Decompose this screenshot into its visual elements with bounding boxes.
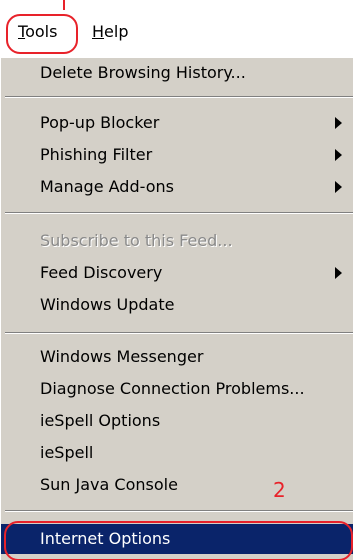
menu-separator: [5, 96, 353, 98]
menu-separator: [5, 510, 353, 512]
menu-separator: [5, 332, 353, 334]
annotation-tick-mark: [63, 0, 65, 10]
menu-help[interactable]: Help: [92, 22, 128, 42]
menu-item-subscribe-feed: Subscribe to this Feed...: [40, 231, 233, 250]
menu-item-manage-addons-label: Manage Add-ons: [40, 177, 174, 196]
screenshot-stage: Tools Help Delete Browsing History... Po…: [0, 0, 353, 560]
menu-help-label: elp: [104, 22, 129, 41]
tools-dropdown-menu: Delete Browsing History... Pop-up Blocke…: [0, 58, 353, 560]
submenu-arrow-icon: [335, 117, 342, 129]
annotation-step-number: 2: [273, 478, 286, 502]
annotation-circle-internet-options: [4, 521, 353, 560]
menu-bar: Tools Help: [0, 0, 353, 58]
menu-item-iespell[interactable]: ieSpell: [1, 438, 353, 468]
menu-item-phishing-filter-label: Phishing Filter: [40, 145, 153, 164]
submenu-arrow-icon: [335, 181, 342, 193]
submenu-arrow-icon: [335, 149, 342, 161]
menu-help-mnemonic: H: [92, 22, 105, 41]
menu-item-feed-discovery-label: Feed Discovery: [40, 263, 163, 282]
menu-item-diagnose-connection[interactable]: Diagnose Connection Problems...: [1, 374, 353, 404]
menu-item-phishing-filter[interactable]: Phishing Filter: [1, 140, 353, 170]
menu-item-popup-blocker-label: Pop-up Blocker: [40, 113, 160, 132]
menu-item-windows-update[interactable]: Windows Update: [1, 290, 353, 320]
menu-separator: [5, 212, 353, 214]
submenu-arrow-icon: [335, 267, 342, 279]
menu-item-manage-addons[interactable]: Manage Add-ons: [1, 172, 353, 202]
menu-item-popup-blocker[interactable]: Pop-up Blocker: [1, 108, 353, 138]
menu-item-windows-messenger[interactable]: Windows Messenger: [1, 342, 353, 372]
annotation-circle-tools: [6, 14, 78, 54]
menu-item-sun-java-console[interactable]: Sun Java Console: [1, 470, 353, 500]
menu-item-delete-browsing-history[interactable]: Delete Browsing History...: [1, 58, 353, 88]
menu-item-feed-discovery[interactable]: Feed Discovery: [1, 258, 353, 288]
menu-item-iespell-options[interactable]: ieSpell Options: [1, 406, 353, 436]
